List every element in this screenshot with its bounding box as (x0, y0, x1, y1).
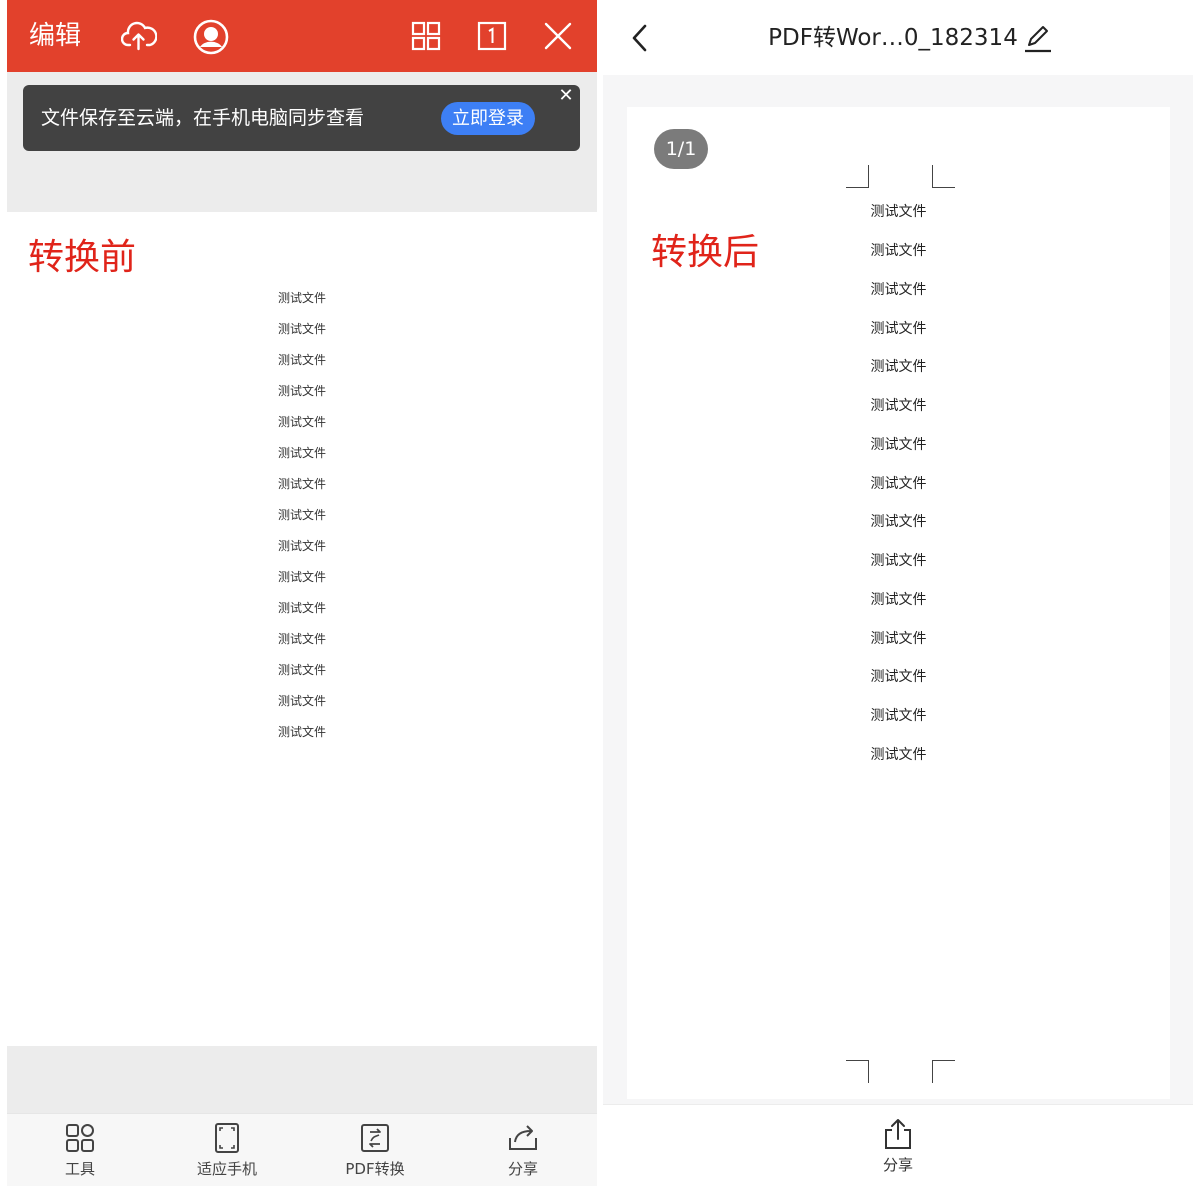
document-line: 测试文件 (870, 553, 927, 569)
share-upload-icon[interactable] (882, 1117, 914, 1151)
crop-mark (932, 165, 955, 188)
document-line: 测试文件 (277, 322, 326, 336)
before-conversion-label: 转换前 (28, 237, 137, 278)
share-label: 分享 (507, 1160, 538, 1178)
document-line: 测试文件 (277, 632, 326, 646)
document-line: 测试文件 (870, 437, 927, 453)
pdf-convert-button[interactable]: PDF转换 (310, 1114, 440, 1186)
document-line: 测试文件 (277, 415, 326, 429)
document-line: 测试文件 (870, 204, 927, 220)
document-page: 1/1 转换后 测试文件 测试文件 测试文件 测试文件 测试文件 测试文件 测试… (627, 107, 1170, 1099)
pdf-convert-icon (361, 1124, 389, 1152)
document-bottom-margin (7, 1046, 597, 1113)
document-header: PDF转Wor…0_182314 (603, 0, 1193, 75)
document-line: 测试文件 (870, 669, 927, 685)
crop-mark (932, 1060, 955, 1083)
bottom-toolbar: 工具 适应手机 PDF转换 分享 (7, 1113, 597, 1186)
document-line: 测试文件 (870, 321, 927, 337)
top-toolbar: 编辑 (7, 0, 597, 72)
document-title: PDF转Wor…0_182314 (768, 25, 1018, 51)
document-line: 测试文件 (870, 359, 927, 375)
cloud-upload-icon[interactable] (121, 19, 157, 53)
document-line: 测试文件 (277, 446, 326, 460)
edit-pencil-icon[interactable] (1023, 22, 1053, 54)
page-indicator: 1/1 (654, 129, 708, 169)
document-line: 测试文件 (277, 353, 326, 367)
document-line: 测试文件 (870, 747, 927, 763)
document-line: 测试文件 (870, 592, 927, 608)
fit-phone-button[interactable]: 适应手机 (162, 1114, 292, 1186)
back-chevron-icon[interactable] (625, 20, 655, 56)
document-line: 测试文件 (870, 631, 927, 647)
account-icon[interactable] (193, 19, 229, 55)
document-line: 测试文件 (870, 282, 927, 298)
document-line: 测试文件 (277, 694, 326, 708)
grid-view-icon[interactable] (411, 21, 441, 51)
tools-grid-icon (66, 1124, 94, 1152)
edit-button[interactable]: 编辑 (29, 18, 81, 54)
document-line: 测试文件 (277, 663, 326, 677)
fit-phone-icon (215, 1123, 239, 1153)
left-panel: 编辑 文件保存至云端，在手机电脑同步查看 立即登录 ✕ 转换前 测试文件 测试文… (7, 0, 597, 1186)
document-line: 测试文件 (870, 398, 927, 414)
document-footer: 分享 (603, 1104, 1193, 1186)
share-button[interactable]: 分享 (458, 1114, 588, 1186)
document-line: 测试文件 (870, 708, 927, 724)
document-line: 测试文件 (277, 601, 326, 615)
document-line: 测试文件 (870, 514, 927, 530)
share-arrow-icon (509, 1125, 537, 1150)
document-line: 测试文件 (870, 476, 927, 492)
cloud-save-toast: 文件保存至云端，在手机电脑同步查看 立即登录 (23, 85, 580, 151)
share-label[interactable]: 分享 (603, 1155, 1193, 1175)
toast-close-icon[interactable]: ✕ (552, 84, 580, 108)
document-line: 测试文件 (277, 477, 326, 491)
document-line: 测试文件 (277, 570, 326, 584)
pdf-convert-label: PDF转换 (345, 1160, 405, 1178)
fit-phone-label: 适应手机 (196, 1160, 257, 1178)
document-line: 测试文件 (277, 725, 326, 739)
right-panel: PDF转Wor…0_182314 1/1 转换后 测试文件 测试文件 测试文件 … (603, 0, 1193, 1186)
document-line: 测试文件 (277, 384, 326, 398)
document-line: 测试文件 (277, 291, 326, 305)
document-line: 测试文件 (870, 243, 927, 259)
crop-mark (846, 165, 869, 188)
toast-message: 文件保存至云端，在手机电脑同步查看 (41, 107, 365, 129)
document-line: 测试文件 (277, 508, 326, 522)
document-line: 测试文件 (277, 539, 326, 553)
close-icon[interactable] (543, 21, 573, 51)
tools-label: 工具 (64, 1160, 95, 1178)
crop-mark (846, 1060, 869, 1083)
single-page-icon[interactable] (477, 21, 507, 51)
tools-button[interactable]: 工具 (15, 1114, 145, 1186)
login-now-button[interactable]: 立即登录 (441, 102, 535, 135)
